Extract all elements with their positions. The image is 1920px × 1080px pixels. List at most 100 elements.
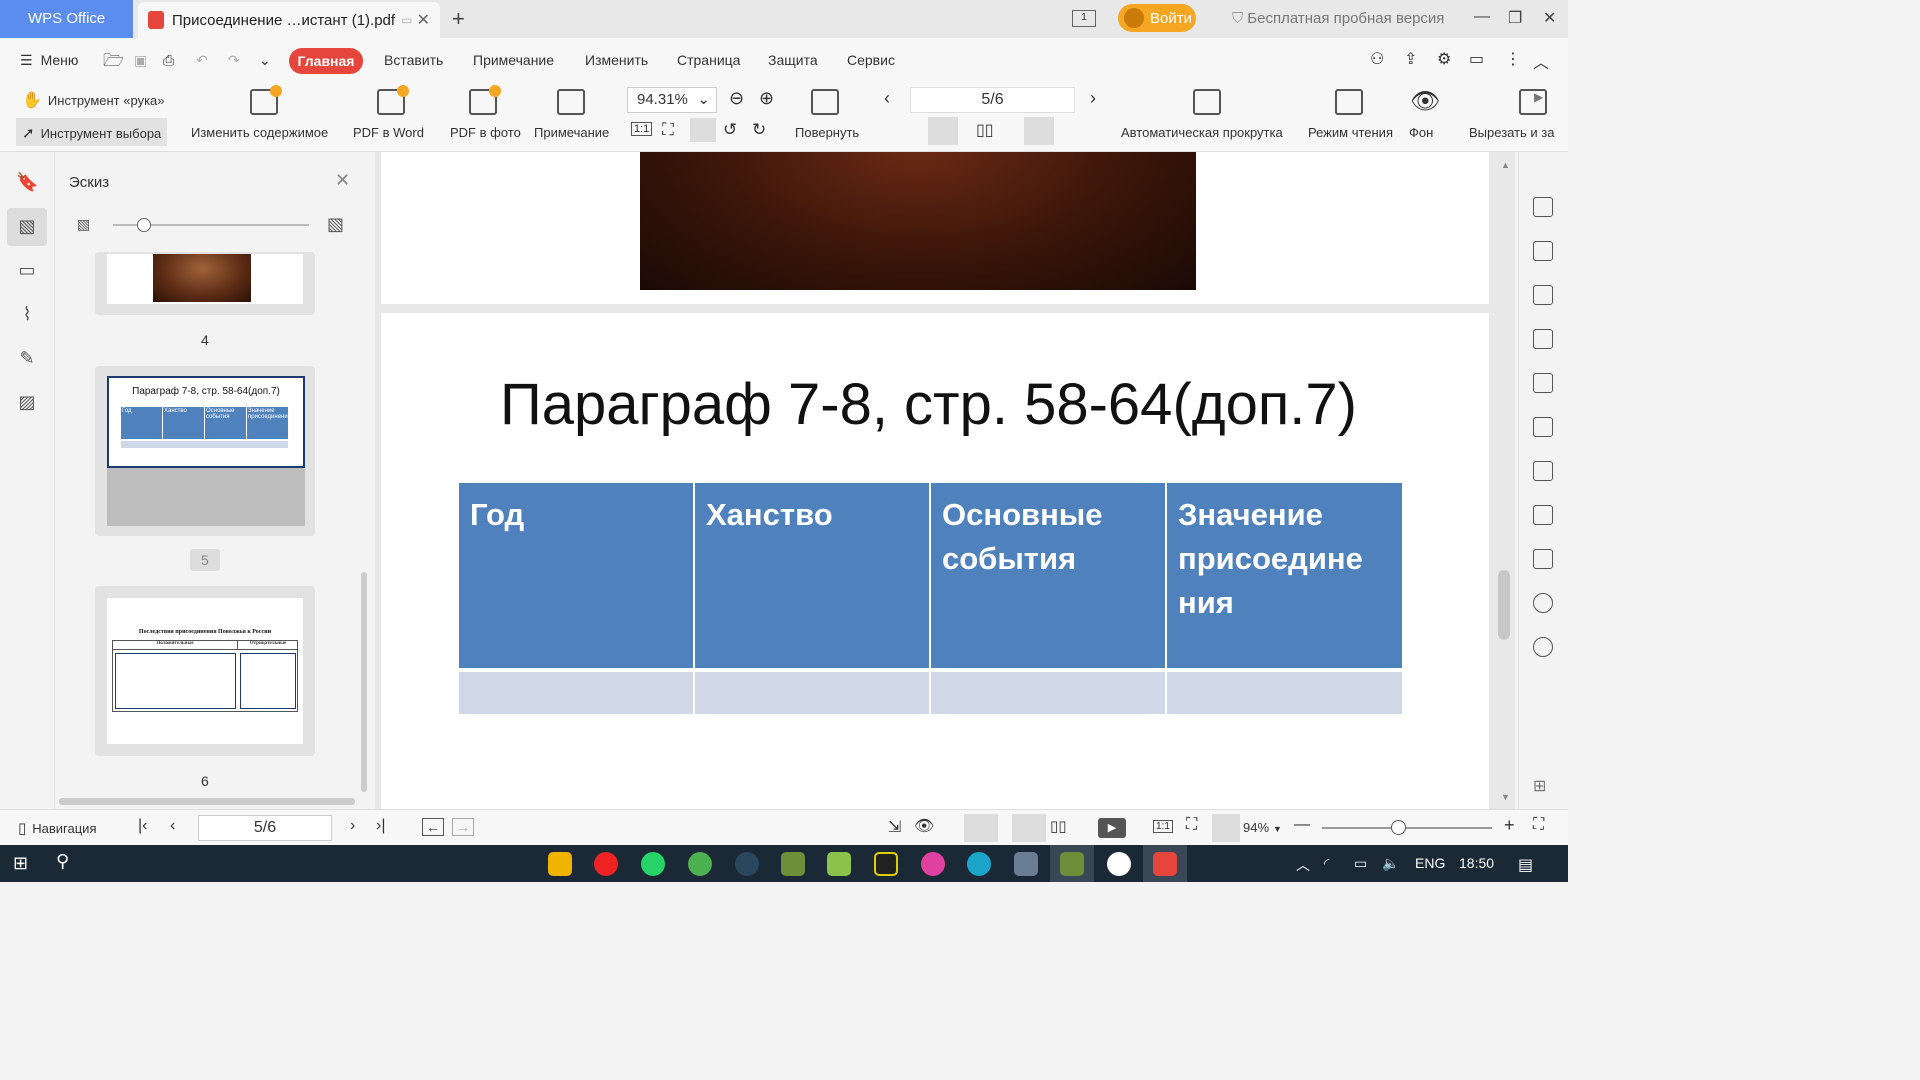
menu-button[interactable]: ☰ Меню — [20, 52, 78, 69]
reading-mode-icon[interactable] — [1335, 89, 1363, 115]
select-tool-button[interactable]: ➚ Инструмент выбора — [22, 124, 161, 142]
continuous-mode-icon[interactable] — [964, 814, 998, 842]
tab-insert[interactable]: Вставить — [384, 52, 443, 68]
notifications-icon[interactable]: ▤ — [1518, 855, 1533, 875]
restore-icon[interactable]: ❐ — [1508, 8, 1522, 28]
crop-button[interactable]: Вырезать и за — [1469, 125, 1555, 140]
zoom-select[interactable]: 94.31% ⌄ — [627, 87, 717, 113]
rotate-right-icon[interactable]: ↻ — [752, 120, 766, 140]
play-icon[interactable]: ▶ — [1098, 818, 1126, 838]
pdf-convert-icon[interactable] — [1533, 197, 1553, 217]
save-icon[interactable]: ▣ — [134, 52, 147, 69]
prev-page-icon[interactable]: ‹ — [884, 88, 890, 109]
single-page-mode-icon[interactable] — [1012, 814, 1046, 842]
fit-width-icon[interactable] — [690, 118, 716, 142]
two-page-icon[interactable]: ▯▯ — [976, 120, 994, 140]
yandex-browser-icon[interactable] — [1107, 852, 1131, 876]
first-page-icon[interactable]: |‹ — [138, 817, 147, 835]
rotate-left-icon[interactable]: ↺ — [723, 120, 737, 140]
app-icon[interactable] — [967, 852, 991, 876]
next-page-icon[interactable]: › — [350, 817, 355, 835]
minecraft-icon[interactable] — [781, 852, 805, 876]
annotation-button[interactable]: Примечание — [534, 125, 609, 140]
wifi-icon[interactable]: ◜ — [1324, 855, 1329, 872]
dropdown-icon[interactable]: ⌄ — [259, 52, 271, 69]
search-icon[interactable]: ⚲ — [56, 851, 69, 872]
thumbnail-hscrollbar[interactable] — [59, 798, 355, 805]
fit-page-icon[interactable]: ⛶ — [1186, 816, 1197, 834]
small-thumb-icon[interactable]: ▧ — [77, 216, 90, 233]
thumbnail-page-4[interactable] — [95, 252, 315, 315]
utorrent-icon[interactable] — [688, 852, 712, 876]
eye-icon[interactable]: 👁 — [1410, 87, 1440, 116]
page-number-input[interactable]: 5/6 — [910, 87, 1075, 113]
osu-icon[interactable] — [921, 852, 945, 876]
navigation-button[interactable]: ▯ Навигация — [18, 819, 97, 837]
redo-icon[interactable]: ↷ — [228, 52, 240, 69]
compare-icon[interactable] — [1533, 461, 1553, 481]
more-icon[interactable]: ⋮ — [1505, 49, 1521, 69]
thumbnail-page-6[interactable]: Последствия присоединения Поволжья к Рос… — [95, 586, 315, 756]
share-icon[interactable]: ⇪ — [1404, 49, 1417, 69]
fit-page-icon[interactable]: ⛶ — [662, 120, 674, 140]
zoom-in-icon[interactable]: + — [1504, 815, 1515, 836]
zoom-slider-knob[interactable] — [1391, 820, 1406, 835]
back-icon[interactable]: ← — [422, 818, 444, 836]
trial-version-link[interactable]: ⛉ Бесплатная пробная версия — [1232, 10, 1444, 27]
minecraft-icon[interactable] — [1060, 852, 1084, 876]
document-tab[interactable]: Присоединение …истант (1).pdf ▭ ✕ — [138, 2, 440, 38]
open-folder-icon[interactable]: 🗁 — [103, 48, 124, 77]
right-scroll-icon[interactable]: ▶ — [1534, 90, 1543, 104]
print-icon[interactable]: ⎙ — [163, 52, 174, 69]
chevron-up-icon[interactable]: ︿ — [1296, 855, 1310, 875]
background-button[interactable]: Фон — [1409, 125, 1433, 140]
fullscreen-icon[interactable]: ⛶ — [1533, 816, 1544, 834]
fit-width-icon[interactable] — [1212, 814, 1240, 842]
minimize-icon[interactable]: — — [1474, 8, 1490, 26]
edit-content-button[interactable]: Изменить содержимое — [191, 125, 328, 140]
status-page-input[interactable]: 5/6 — [198, 815, 332, 841]
device-icon[interactable]: ▭ — [1354, 855, 1367, 872]
tab-service[interactable]: Сервис — [847, 52, 895, 68]
signature-icon[interactable]: ✎ — [16, 348, 38, 370]
hand-tool-button[interactable]: ✋ Инструмент «рука» — [22, 90, 165, 110]
comment-icon[interactable]: ▭ — [16, 260, 38, 282]
settings-icon[interactable]: ⚙ — [1437, 49, 1451, 69]
apps-grid-icon[interactable]: ⊞ — [1533, 776, 1546, 796]
close-tab-icon[interactable]: ✕ — [417, 10, 430, 30]
scroll-up-icon[interactable]: ▲ — [1501, 160, 1510, 170]
undo-icon[interactable]: ↶ — [196, 52, 208, 69]
last-page-icon[interactable]: ›| — [376, 817, 385, 835]
add-user-icon[interactable]: ⚇ — [1370, 49, 1384, 69]
reading-mode-button[interactable]: Режим чтения — [1308, 125, 1393, 140]
translate-icon[interactable] — [1533, 549, 1553, 569]
volume-icon[interactable]: 🔈 — [1382, 855, 1399, 872]
next-page-icon[interactable]: › — [1090, 88, 1096, 109]
pdf-to-word-button[interactable]: PDF в Word — [353, 125, 424, 140]
tab-home[interactable]: Главная — [289, 48, 363, 74]
bookmark-icon[interactable]: 🔖 — [16, 172, 38, 194]
prev-page-icon[interactable]: ‹ — [170, 817, 175, 835]
auto-scroll-icon[interactable] — [1193, 89, 1221, 115]
ocr-icon[interactable] — [1533, 373, 1553, 393]
bluestacks-icon[interactable] — [827, 852, 851, 876]
help-icon[interactable] — [1533, 637, 1553, 657]
zoom-out-icon[interactable]: ⊖ — [729, 88, 744, 109]
tab-edit[interactable]: Изменить — [585, 52, 648, 68]
zoom-slider[interactable] — [1322, 827, 1492, 829]
large-thumb-icon[interactable]: ▧ — [327, 214, 344, 235]
actual-size-icon[interactable]: 1:1 — [631, 122, 653, 136]
whatsapp-icon[interactable] — [641, 852, 665, 876]
wps-office-icon[interactable] — [1153, 852, 1177, 876]
document-scrollbar[interactable] — [1498, 570, 1510, 640]
pdf-to-photo-button[interactable]: PDF в фото — [450, 125, 521, 140]
document-view[interactable]: Параграф 7-8, стр. 58-64(доп.7) Год Ханс… — [375, 152, 1515, 809]
close-panel-icon[interactable]: ✕ — [335, 170, 350, 191]
rotate-icon[interactable] — [811, 89, 839, 115]
sign-icon[interactable] — [1533, 417, 1553, 437]
thumbnail-icon[interactable]: ▧ — [16, 216, 38, 238]
new-tab-button[interactable]: + — [452, 6, 465, 32]
steam-icon[interactable] — [735, 852, 759, 876]
forward-icon[interactable]: → — [452, 818, 474, 836]
collapse-ribbon-icon[interactable]: ︿ — [1533, 49, 1549, 73]
